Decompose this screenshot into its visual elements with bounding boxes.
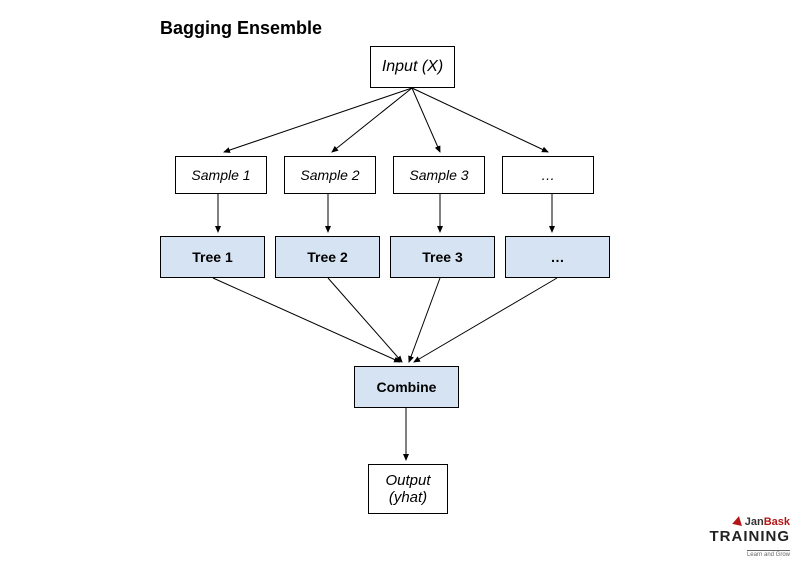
diagram-title: Bagging Ensemble <box>160 18 322 39</box>
node-output-line2: (yhat) <box>389 489 427 506</box>
node-sample-1: Sample 1 <box>175 156 267 194</box>
logo-mark-icon <box>732 515 744 526</box>
node-tree-2: Tree 2 <box>275 236 380 278</box>
node-output-line1: Output <box>385 472 430 489</box>
node-tree-3: Tree 3 <box>390 236 495 278</box>
node-sample-3: Sample 3 <box>393 156 485 194</box>
logo-text-jan: Jan <box>745 516 764 528</box>
node-tree-1: Tree 1 <box>160 236 265 278</box>
node-tree-more: … <box>505 236 610 278</box>
node-output: Output (yhat) <box>368 464 448 514</box>
node-combine: Combine <box>354 366 459 408</box>
node-sample-2: Sample 2 <box>284 156 376 194</box>
logo-text-bask: Bask <box>764 516 790 528</box>
logo-tagline: Learn and Grow <box>747 550 790 558</box>
logo-text-training: TRAINING <box>710 529 791 544</box>
node-sample-more: … <box>502 156 594 194</box>
node-input: Input (X) <box>370 46 455 88</box>
brand-logo: JanBask TRAINING Learn and Grow <box>710 513 791 560</box>
